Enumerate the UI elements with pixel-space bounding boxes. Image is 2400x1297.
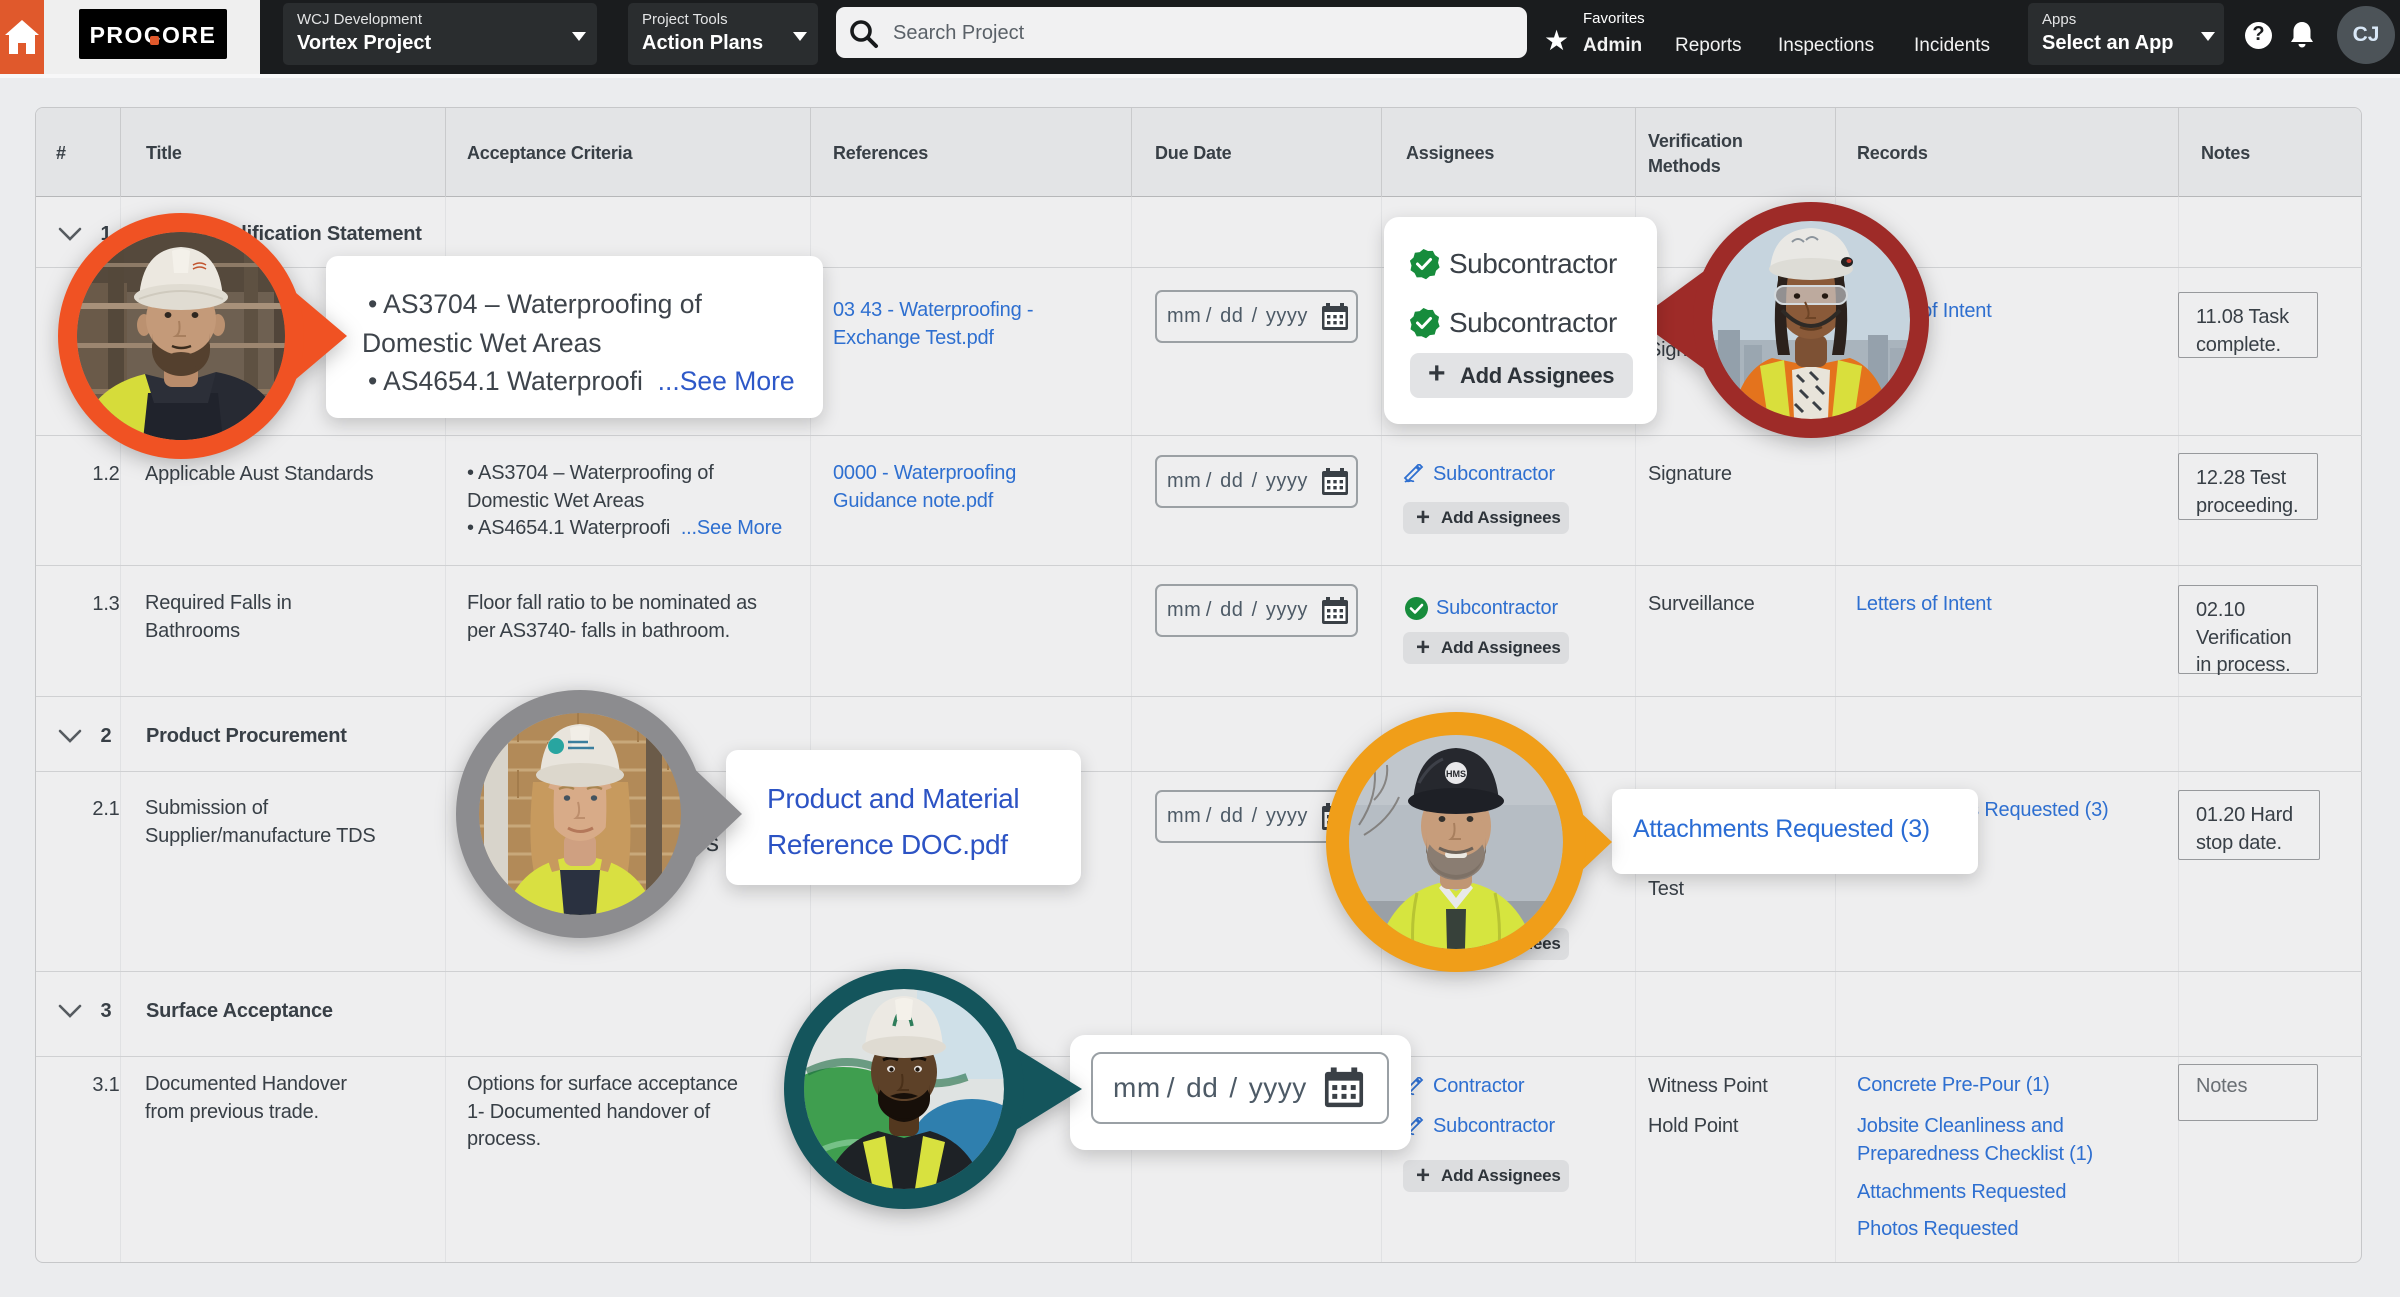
- svg-text:HMS: HMS: [1446, 769, 1466, 779]
